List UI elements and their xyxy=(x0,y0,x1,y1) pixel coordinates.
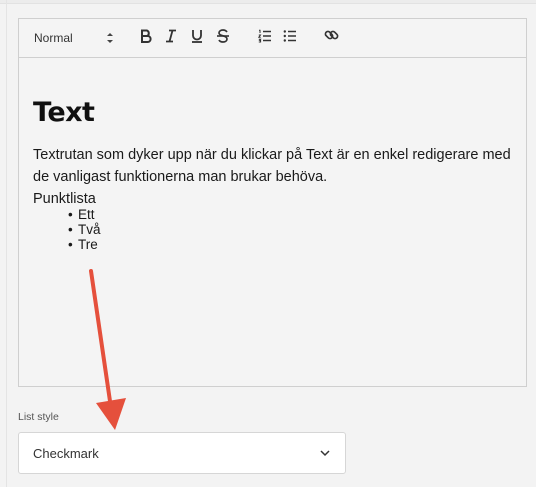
list-style-label: List style xyxy=(18,411,59,423)
link-button[interactable] xyxy=(322,29,340,47)
italic-icon xyxy=(164,29,178,48)
editor-toolbar: Normal xyxy=(19,19,526,58)
bold-button[interactable] xyxy=(137,29,155,47)
list-item: Två xyxy=(68,222,512,237)
panel-top-edge xyxy=(0,0,536,4)
content-paragraph: Textrutan som dyker upp när du klickar p… xyxy=(33,147,511,185)
bullet-list-button[interactable] xyxy=(281,29,299,47)
list-style-dropdown[interactable]: Checkmark xyxy=(18,432,346,474)
list-item: Ett xyxy=(68,207,512,222)
list-style-value: Checkmark xyxy=(33,445,99,461)
annotation-arrow-head xyxy=(96,398,126,430)
bullet-list: Ett Två Tre xyxy=(33,207,512,252)
ordered-list-button[interactable] xyxy=(256,29,274,47)
bullet-list-icon xyxy=(283,29,297,48)
rich-text-editor: Normal Text Textrutan som dyker upp när … xyxy=(18,18,527,387)
strikethrough-button[interactable] xyxy=(214,28,232,48)
chevron-down-icon xyxy=(319,447,331,459)
underline-icon xyxy=(190,29,204,48)
editor-content-area[interactable]: Text Textrutan som dyker upp när du klic… xyxy=(19,58,526,252)
list-item: Tre xyxy=(68,237,512,252)
text-format-dropdown[interactable]: Normal xyxy=(34,26,114,50)
ordered-list-icon xyxy=(257,29,272,48)
panel-left-divider xyxy=(6,0,7,487)
underline-button[interactable] xyxy=(188,29,206,47)
italic-button[interactable] xyxy=(162,29,180,47)
link-icon xyxy=(324,28,339,48)
content-heading: Text xyxy=(33,97,95,128)
up-down-arrows-icon xyxy=(106,31,114,45)
strikethrough-icon xyxy=(216,28,230,48)
text-format-label: Normal xyxy=(34,31,73,45)
bold-icon xyxy=(139,29,153,48)
